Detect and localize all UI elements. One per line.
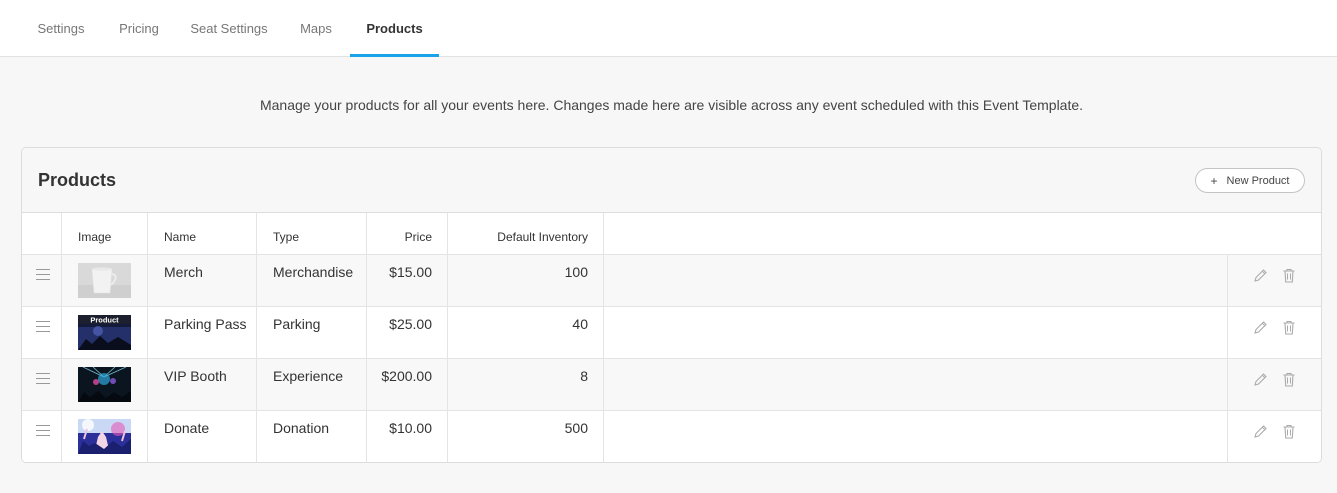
product-type: Merchandise	[273, 264, 354, 280]
column-divider	[603, 213, 604, 462]
product-inventory: 40	[572, 316, 588, 332]
delete-icon[interactable]	[1282, 268, 1296, 283]
product-thumbnail: Product	[78, 315, 131, 350]
edit-icon[interactable]	[1253, 424, 1267, 439]
product-type: Donation	[273, 420, 330, 436]
product-type: Parking	[273, 316, 321, 332]
column-header-inventory: Default Inventory	[497, 230, 588, 244]
product-inventory: 8	[580, 368, 588, 384]
tab-maps[interactable]: Maps	[290, 0, 342, 57]
table-row: Donate Donation $10.00 500	[22, 410, 1321, 462]
product-price: $10.00	[389, 420, 432, 436]
product-thumbnail	[78, 419, 131, 454]
drag-handle-icon[interactable]	[36, 425, 50, 437]
table-row: VIP Booth Experience $200.00 8	[22, 358, 1321, 410]
tab-settings[interactable]: Settings	[28, 0, 94, 57]
delete-icon[interactable]	[1282, 320, 1296, 335]
column-divider	[366, 213, 367, 462]
column-divider	[1227, 254, 1228, 462]
column-header-type: Type	[273, 230, 300, 244]
tab-products[interactable]: Products	[350, 0, 439, 57]
product-name: VIP Booth	[164, 368, 227, 384]
product-price: $25.00	[389, 316, 432, 332]
product-thumbnail	[78, 263, 131, 298]
column-header-price: Price	[404, 230, 432, 244]
card-header: Products + New Product	[22, 148, 1321, 213]
product-inventory: 100	[564, 264, 588, 280]
edit-icon[interactable]	[1253, 320, 1267, 335]
column-divider	[61, 213, 62, 462]
edit-icon[interactable]	[1253, 268, 1267, 283]
delete-icon[interactable]	[1282, 424, 1296, 439]
intro-text: Manage your products for all your events…	[259, 97, 1084, 113]
tab-pricing[interactable]: Pricing	[108, 0, 170, 57]
product-price: $200.00	[381, 368, 432, 384]
new-product-label: New Product	[1226, 174, 1290, 187]
table-row: Merch Merchandise $15.00 100	[22, 254, 1321, 306]
column-header-name: Name	[164, 230, 197, 244]
column-divider	[256, 213, 257, 462]
drag-handle-icon[interactable]	[36, 373, 50, 385]
delete-icon[interactable]	[1282, 372, 1296, 387]
product-inventory: 500	[564, 420, 588, 436]
card-title: Products	[38, 170, 117, 190]
products-card: Products + New Product Image Name Type P…	[21, 147, 1322, 463]
product-name: Parking Pass	[164, 316, 247, 332]
product-type: Experience	[273, 368, 344, 384]
tab-seat-settings[interactable]: Seat Settings	[183, 0, 275, 57]
drag-handle-icon[interactable]	[36, 321, 50, 333]
column-header-image: Image	[78, 230, 112, 244]
edit-icon[interactable]	[1253, 372, 1267, 387]
tab-bar: Settings Pricing Seat Settings Maps Prod…	[0, 0, 1337, 57]
product-thumbnail	[78, 367, 131, 402]
product-name: Donate	[164, 420, 210, 436]
table-row: Product Parking Pass Parking $25.00 40	[22, 306, 1321, 358]
thumbnail-caption: Product	[90, 316, 119, 325]
column-divider	[147, 213, 148, 462]
plus-icon: +	[1210, 173, 1218, 188]
column-divider	[447, 213, 448, 462]
product-name: Merch	[164, 264, 203, 280]
table-header: Image Name Type Price Default Inventory	[22, 213, 1321, 254]
product-price: $15.00	[389, 264, 432, 280]
drag-handle-icon[interactable]	[36, 269, 50, 281]
new-product-button[interactable]: + New Product	[1195, 168, 1305, 193]
